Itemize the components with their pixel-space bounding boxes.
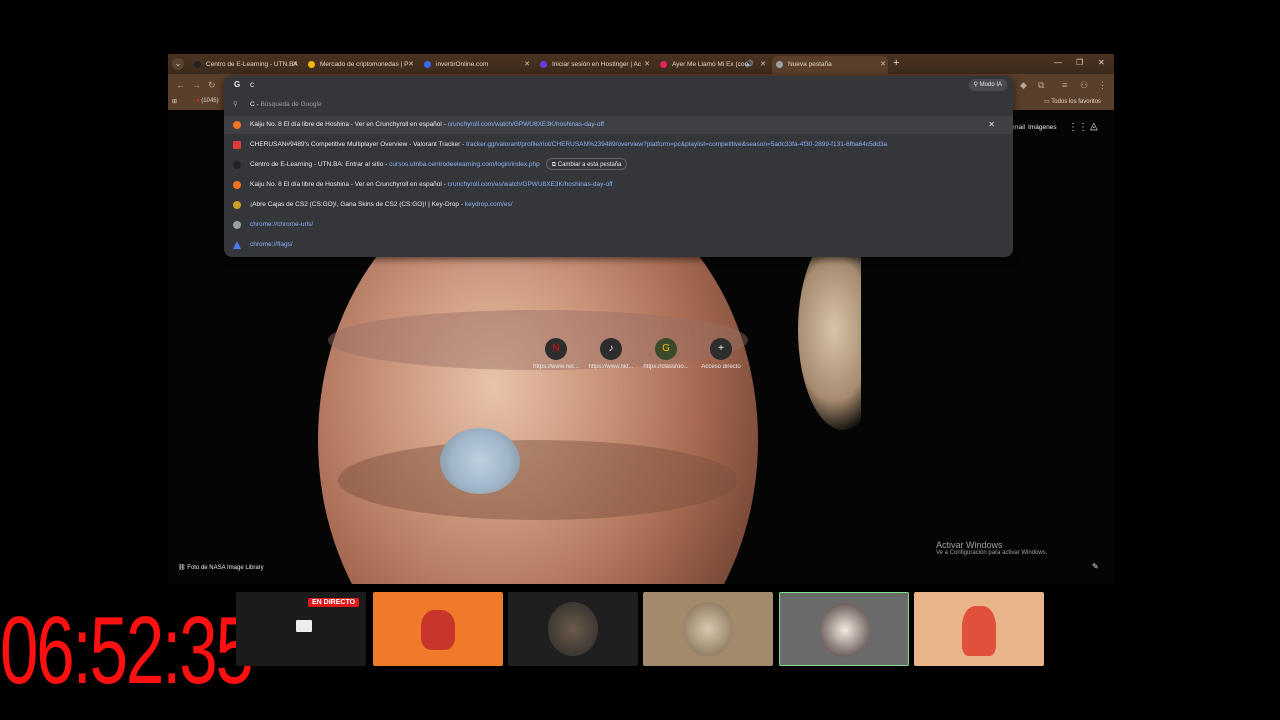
classroom-icon: G [655,338,677,360]
shortcut-add[interactable]: + Acceso directo [695,338,747,370]
planet-band [338,440,738,520]
profile-icon[interactable]: ⚇ [1080,80,1088,91]
address-bar[interactable]: G c ⚲ Modo IA [224,76,1013,94]
close-tab-icon[interactable]: ✕ [880,56,886,74]
all-bookmarks[interactable]: ▭ Todos los favoritos [1044,98,1101,105]
close-tab-icon[interactable]: ✕ [644,56,650,74]
webcam-tile [373,592,503,666]
avatar [820,603,870,657]
flask-icon [233,241,241,249]
tab-elearning[interactable]: Centro de E-Learning - UTN.BA ✕ [190,56,300,74]
globe-icon [424,61,431,68]
binance-icon [308,61,315,68]
activate-windows-watermark: Activar Windows Ve a Configuración para … [936,540,1048,556]
close-tab-icon[interactable]: ✕ [292,56,298,74]
menu-icon[interactable]: ⋮ [1098,80,1107,91]
suggestion-row[interactable]: Kaiju No. 8 El día libre de Hoshina - Ve… [224,116,1013,134]
reload-icon[interactable]: ↻ [208,80,216,91]
remove-suggestion-icon[interactable]: ✕ [988,116,995,134]
elearning-icon [233,161,241,169]
tab-search-icon[interactable]: ⌄ [172,58,184,70]
search-suggestion[interactable]: ⚲ C - Búsqueda de Google [224,96,1013,114]
webcam-tile [643,592,773,666]
tab-hostinger[interactable]: Iniciar sesión en Hostinger | Ac ✕ [536,56,652,74]
suggestion-row[interactable]: Centro de E-Learning - UTN.BA: Entrar al… [224,156,1013,174]
back-icon[interactable]: ← [176,80,185,90]
photo-credit-link[interactable]: ⛓ Foto de NASA Image Library [178,564,264,571]
apps-grid-icon[interactable]: ⋮⋮ [1068,122,1088,133]
webcam-tile-active [779,592,909,666]
shortcut-netflix[interactable]: N https://www.net... [530,338,582,370]
suggestion-row[interactable]: Kaiju No. 8 El día libre de Hoshina - Ve… [224,176,1013,194]
extension-icon[interactable]: ◆ [1020,80,1027,91]
close-window-icon[interactable]: ✕ [1098,58,1105,67]
tab-new-tab[interactable]: Nueva pestaña ✕ [772,56,888,74]
suggestion-row[interactable]: ¡Abre Cajas de CS2 (CS:GO)!, Gana Skins … [224,196,1013,214]
new-tab-button[interactable]: + [893,58,899,69]
images-link[interactable]: Imágenes [1028,124,1057,131]
avatar [548,602,598,656]
avatar [683,602,733,656]
search-icon: ⚲ [233,101,238,108]
monitor-icon [296,620,312,632]
netflix-icon: N [545,338,567,360]
account-avatar[interactable]: ◬ [1090,121,1098,132]
webcam-tile [508,592,638,666]
switch-to-tab-button[interactable]: ⧉ Cambiar a esta pestaña [545,158,628,170]
chrome-icon [776,61,783,68]
plus-icon: + [710,338,732,360]
suggestion-row[interactable]: chrome://chrome-urls/ [224,216,1013,234]
shortcut-classroom[interactable]: G https://classroo... [640,338,692,370]
hostinger-icon [540,61,547,68]
tab-strip: ⌄ Centro de E-Learning - UTN.BA ✕ Mercad… [168,54,1114,74]
avatar [421,610,455,650]
crunchyroll-icon [233,121,241,129]
tab-binance[interactable]: Mercado de criptomonedas | P ✕ [304,56,416,74]
shortcut-tiktok[interactable]: ♪ https://www.tikt... [585,338,637,370]
tracker-icon [233,141,241,149]
moon-background [798,230,861,430]
screen: ⌄ Centro de E-Learning - UTN.BA ✕ Mercad… [0,0,1280,720]
suggestion-row[interactable]: CHERUSAN#9489's Competitive Multiplayer … [224,136,1013,154]
keydrop-icon [233,201,241,209]
tab-invertironline[interactable]: invertirOnline.com ✕ [420,56,532,74]
close-tab-icon[interactable]: ✕ [408,56,414,74]
extensions-puzzle-icon[interactable]: ⧉ [1038,80,1044,91]
address-input[interactable]: c [250,80,254,89]
tab-youtube[interactable]: Ayer Me Llamó Mi Ex (con 🔊 ✕ [656,56,768,74]
great-spot [440,428,520,494]
favicon-icon [194,61,201,68]
minimize-icon[interactable]: — [1054,58,1062,67]
bookmark-youtube[interactable]: ● (1045) [196,98,219,104]
forward-icon[interactable]: → [192,80,201,90]
webcam-tile [914,592,1044,666]
pencil-icon[interactable]: ✎ [1092,562,1099,571]
media-icon[interactable]: ≡ [1062,80,1067,90]
apps-icon[interactable]: ⊞ [172,98,177,105]
speaker-icon[interactable]: 🔊 [745,56,754,74]
close-tab-icon[interactable]: ✕ [524,56,530,74]
ai-mode-button[interactable]: ⚲ Modo IA [968,79,1007,91]
chrome-icon [233,221,241,229]
google-icon: G [234,80,241,89]
youtube-icon [660,61,667,68]
stream-timer: 06:52:35 [0,597,254,704]
crunchyroll-icon [233,181,241,189]
live-badge: EN DIRECTO [308,598,360,607]
close-tab-icon[interactable]: ✕ [760,56,766,74]
tiktok-icon: ♪ [600,338,622,360]
suggestion-row[interactable]: chrome://flags/ [224,236,1013,254]
avatar [962,606,996,656]
omnibox-dropdown: G c ⚲ Modo IA ⚲ C - Búsqueda de Google K… [224,76,1013,257]
restore-icon[interactable]: ❐ [1076,58,1083,67]
